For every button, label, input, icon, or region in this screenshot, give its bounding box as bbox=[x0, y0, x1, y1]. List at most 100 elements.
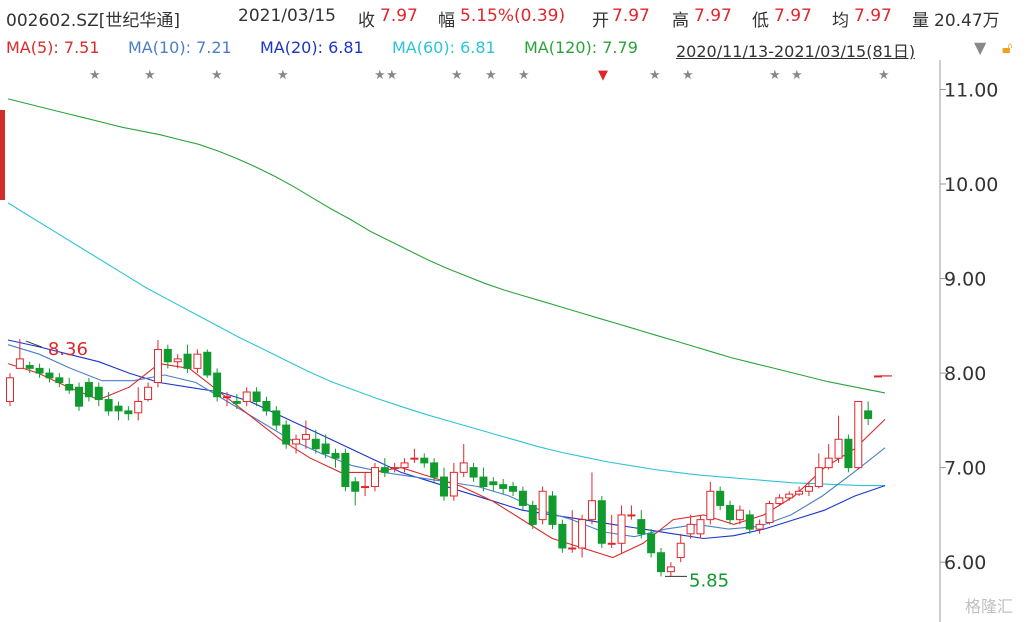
date-range[interactable]: 2020/11/13-2021/03/15(81日) bbox=[676, 38, 915, 62]
candle-body bbox=[65, 383, 74, 391]
quote-header: 002602.SZ[世纪华通] 2021/03/15 收 7.97 幅 5.15… bbox=[0, 0, 1032, 36]
candle-body bbox=[459, 462, 468, 473]
candle-body bbox=[242, 391, 251, 402]
candle-body bbox=[203, 351, 212, 376]
candle-body bbox=[785, 493, 794, 499]
event-star-icon: ★ bbox=[374, 68, 386, 83]
event-star-icon: ★ bbox=[791, 68, 803, 83]
candle-body bbox=[548, 495, 557, 525]
high-label: 8.36 bbox=[48, 339, 88, 360]
candle-body bbox=[824, 457, 833, 469]
candle-body bbox=[361, 486, 370, 489]
candle-body bbox=[6, 377, 14, 402]
candle-body bbox=[765, 503, 774, 523]
candle-body bbox=[370, 467, 379, 488]
candle-body bbox=[489, 481, 498, 486]
candle-body bbox=[114, 405, 123, 412]
kline-chart: 11.0010.009.008.007.006.00 ★ ★ ★ ★ ★ ★ ★ ★ ★ ★ ★ ★ ★… bbox=[6, 60, 1013, 622]
candle-body bbox=[696, 519, 705, 535]
dropdown-icon[interactable]: ▼ bbox=[974, 38, 986, 57]
candle-body bbox=[252, 391, 261, 402]
candle-body bbox=[183, 353, 192, 369]
candle-body bbox=[223, 396, 231, 399]
candle-body bbox=[163, 348, 172, 363]
candle-body bbox=[75, 386, 84, 407]
candle-body bbox=[518, 490, 527, 506]
candle-body bbox=[84, 382, 93, 398]
candle-body bbox=[380, 467, 389, 473]
candle-body bbox=[874, 375, 882, 378]
candle-body bbox=[45, 372, 54, 379]
event-star-icon: ★ bbox=[878, 68, 890, 83]
candle-body bbox=[627, 514, 636, 517]
event-flag-icon: ▼ bbox=[598, 68, 608, 83]
candle-body bbox=[686, 523, 695, 535]
candle-body bbox=[647, 533, 656, 554]
event-star-icon: ★ bbox=[649, 68, 661, 83]
low-label: 5.85 bbox=[689, 570, 729, 591]
candle-body bbox=[94, 386, 103, 401]
candles bbox=[6, 339, 882, 577]
candle-body bbox=[15, 358, 24, 369]
candle-body bbox=[321, 443, 330, 454]
candle-body bbox=[104, 399, 113, 412]
watermark: 格隆汇 bbox=[965, 597, 1013, 616]
low-value: 7.97 bbox=[774, 6, 812, 26]
candle-body bbox=[499, 484, 508, 489]
candle-body bbox=[272, 410, 281, 426]
y-tick-label: 6.00 bbox=[944, 552, 986, 574]
candle-body bbox=[716, 490, 725, 506]
candle-body bbox=[597, 500, 606, 544]
close-value: 7.97 bbox=[380, 6, 418, 26]
candle-body bbox=[735, 509, 744, 521]
candle-body bbox=[400, 462, 409, 469]
y-tick-label: 9.00 bbox=[944, 269, 986, 291]
volume-label: 量 bbox=[912, 11, 929, 31]
candle-body bbox=[706, 490, 715, 521]
lock-icon[interactable]: 🔓︎ bbox=[1002, 38, 1012, 58]
candle-body bbox=[775, 497, 784, 505]
candle-body bbox=[834, 438, 843, 459]
candle-body bbox=[844, 438, 853, 469]
open-label: 开 bbox=[592, 11, 609, 31]
candle-body bbox=[755, 523, 764, 530]
candle-body bbox=[55, 377, 64, 384]
candle-body bbox=[351, 481, 360, 492]
candle-body bbox=[173, 358, 182, 363]
ma60-line bbox=[7, 202, 885, 487]
candle-body bbox=[311, 438, 320, 450]
candle-body bbox=[440, 476, 448, 497]
event-star-icon: ★ bbox=[451, 68, 463, 83]
candle-body bbox=[804, 486, 813, 492]
event-star-icon: ★ bbox=[144, 68, 156, 83]
y-tick-label: 10.00 bbox=[944, 174, 998, 196]
candle-body bbox=[341, 452, 350, 488]
candle-body bbox=[666, 566, 675, 573]
candle-body bbox=[410, 457, 419, 460]
y-tick-label: 7.00 bbox=[944, 458, 986, 480]
candle-body bbox=[528, 504, 537, 525]
event-star-icon: ★ bbox=[211, 68, 223, 83]
candle-body bbox=[795, 490, 804, 495]
candle-body bbox=[35, 367, 44, 374]
candle-body bbox=[390, 467, 399, 470]
candle-body bbox=[854, 400, 863, 469]
ma20-legend: MA(20): 6.81 bbox=[260, 38, 364, 57]
candle-body bbox=[587, 500, 596, 521]
event-star-icon: ★ bbox=[485, 68, 497, 83]
candle-body bbox=[578, 519, 587, 549]
ma10-legend: MA(10): 7.21 bbox=[128, 38, 232, 57]
ma120-line bbox=[7, 98, 886, 394]
volume-value: 20.47万 bbox=[934, 11, 1000, 31]
candle-body bbox=[538, 490, 547, 521]
candle-body bbox=[232, 400, 241, 404]
candle-body bbox=[637, 519, 646, 535]
candle-body bbox=[745, 514, 754, 530]
candle-body bbox=[558, 523, 567, 549]
ma120-legend: MA(120): 7.79 bbox=[524, 38, 638, 57]
candle-body bbox=[469, 467, 478, 478]
open-value: 7.97 bbox=[612, 6, 650, 26]
candle-body bbox=[568, 547, 577, 550]
event-star-icon: ★ bbox=[277, 68, 289, 83]
avg-label: 均 bbox=[832, 11, 849, 31]
